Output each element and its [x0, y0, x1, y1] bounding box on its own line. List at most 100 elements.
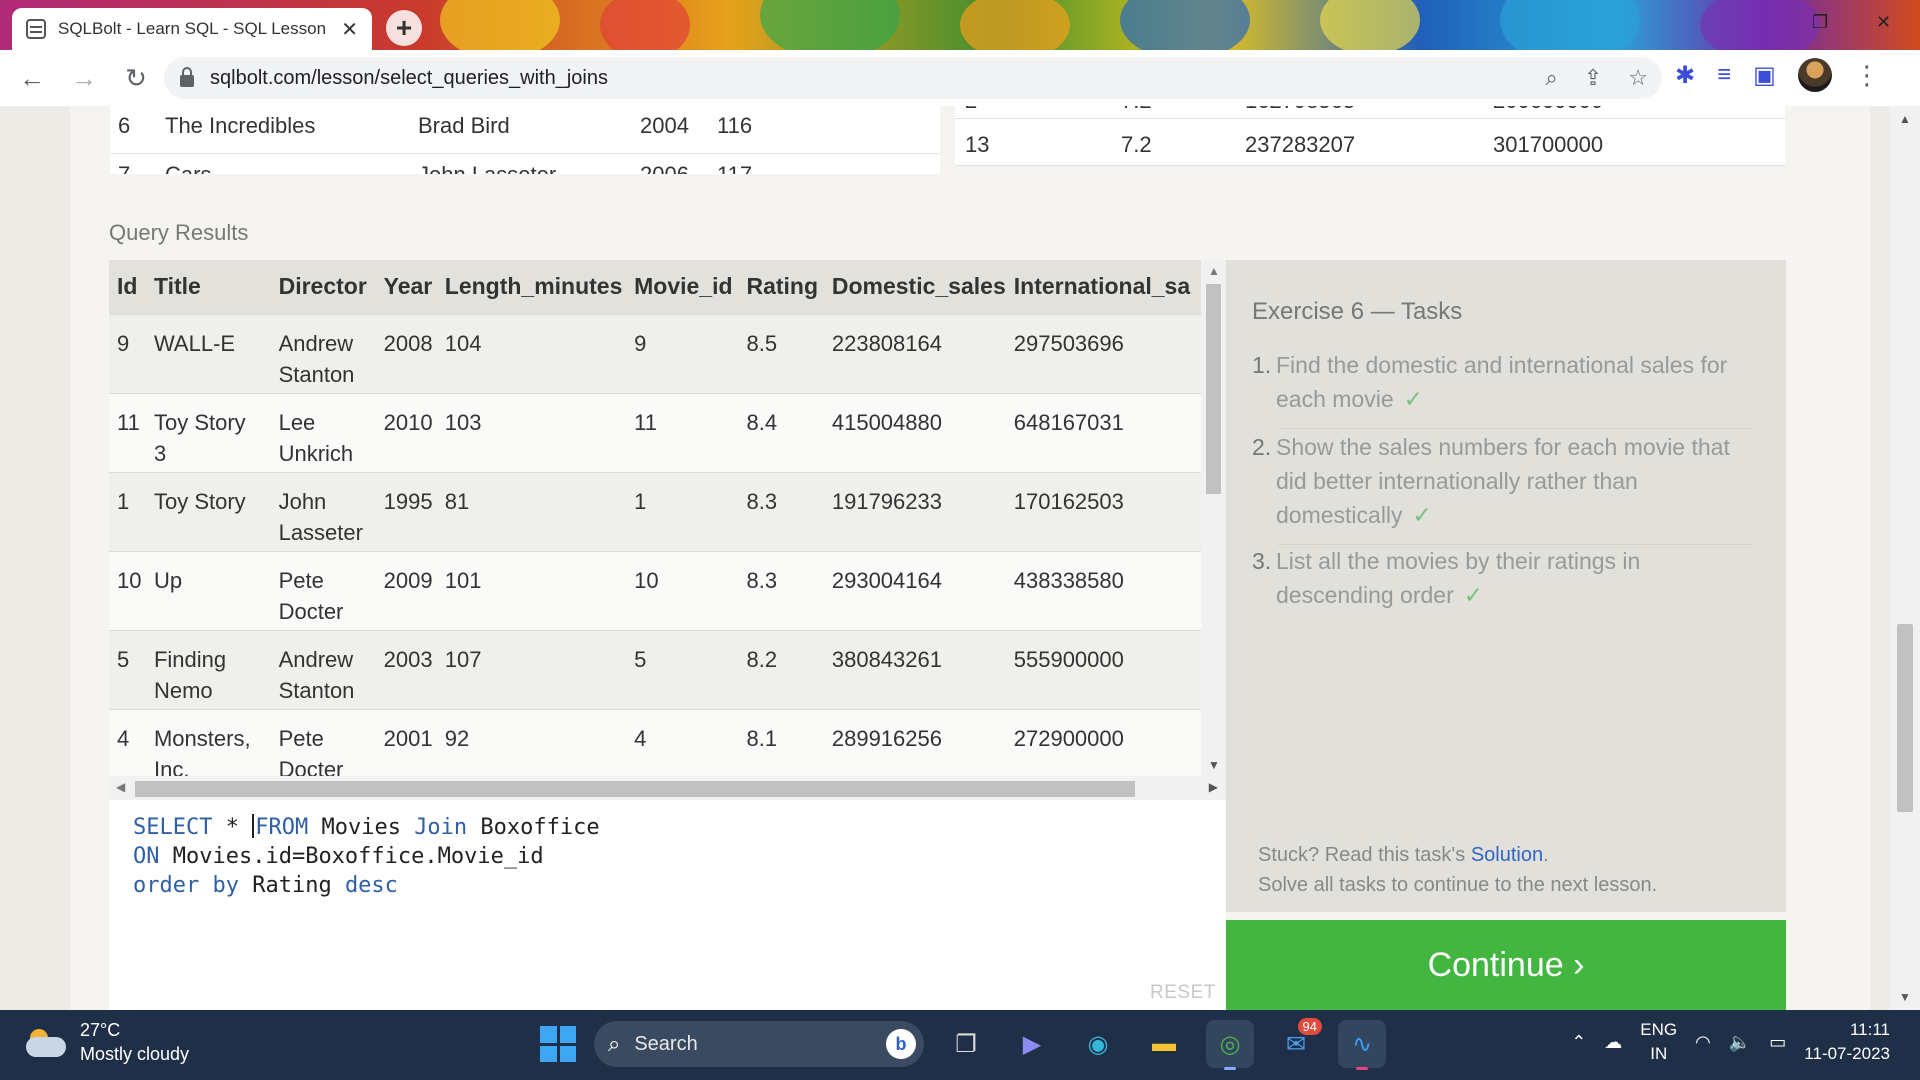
cell-director: Andrew Stanton [270, 629, 376, 709]
cell-length: 92 [436, 708, 627, 776]
results-table: Id Title Director Year Length_minutes Mo… [109, 260, 1201, 776]
cell-id: 6 [118, 113, 131, 138]
cell-id: 11 [109, 392, 146, 472]
scroll-down-icon[interactable]: ▼ [1899, 990, 1911, 1004]
media-icon[interactable]: ≡ [1717, 61, 1731, 89]
scroll-up-icon[interactable]: ▲ [1899, 112, 1911, 126]
cell-director: John Lasseter [270, 471, 376, 551]
weather-widget[interactable]: 27°C Mostly cloudy [26, 1018, 189, 1066]
reload-icon[interactable]: ↻ [116, 58, 156, 98]
cell-movie-id: 1 [626, 471, 739, 551]
search-icon[interactable]: ⌕ [1546, 65, 1558, 91]
table-row: 2 7.2 162798565 200600000 [955, 106, 1785, 118]
new-tab-button[interactable]: + [386, 10, 422, 46]
bing-icon[interactable]: b [886, 1029, 916, 1059]
results-scroll-area[interactable]: Id Title Director Year Length_minutes Mo… [109, 260, 1201, 776]
table-row: 13 7.2 237283207 301700000 [955, 118, 1785, 166]
avatar[interactable] [1797, 58, 1832, 92]
url-text: sqlbolt.com/lesson/select_queries_with_j… [210, 66, 608, 89]
cell-year: 1995 [375, 471, 437, 551]
battery-icon[interactable]: ▭ [1769, 1032, 1786, 1053]
cell-domestic: 289916256 [823, 708, 1006, 776]
solve-all-text: Solve all tasks to continue to the next … [1258, 874, 1658, 896]
wifi-icon[interactable]: ◠ [1695, 1032, 1711, 1053]
teams-icon[interactable]: ▶ [1008, 1020, 1056, 1068]
close-icon[interactable]: ✕ [341, 17, 358, 42]
keyword: ON [133, 844, 160, 869]
cell-domestic: 293004164 [823, 550, 1006, 630]
reset-button[interactable]: RESET [1150, 982, 1216, 1004]
tasks-panel: Exercise 6 — Tasks 1. Find the domestic … [1226, 260, 1786, 912]
cell-id: 9 [109, 313, 146, 393]
tab-title: SQLBolt - Learn SQL - SQL Lesson [58, 19, 327, 38]
lock-icon [180, 67, 194, 87]
restore-icon[interactable]: ❐ [1812, 12, 1828, 33]
back-arrow-icon[interactable]: ← [12, 58, 52, 98]
tasks-title: Exercise 6 — Tasks [1252, 298, 1463, 325]
address-bar[interactable]: sqlbolt.com/lesson/select_queries_with_j… [164, 57, 1662, 99]
column-header: Title [145, 260, 271, 314]
column-header: Year [375, 260, 437, 314]
window-close-icon[interactable]: ✕ [1876, 12, 1891, 33]
edge-icon[interactable]: ◉ [1074, 1020, 1122, 1068]
side-panel-icon[interactable]: ▣ [1753, 61, 1776, 90]
onedrive-cloud-icon[interactable]: ☁ [1604, 1032, 1622, 1053]
language-indicator[interactable]: ENG IN [1640, 1018, 1677, 1066]
taskbar-search[interactable]: ⌕ Search b [594, 1021, 924, 1067]
scroll-thumb[interactable] [1206, 284, 1221, 494]
task-view-icon[interactable]: ❐ [942, 1020, 990, 1068]
text-caret [252, 814, 255, 838]
cell-year: 2001 [375, 708, 437, 776]
table-row: 1 Toy Story John Lasseter 1995 81 1 8.3 … [109, 471, 1201, 551]
column-header: Domestic_sales [823, 260, 1006, 314]
scroll-right-icon[interactable]: ▶ [1209, 780, 1218, 794]
cell-year: 2004 [640, 113, 689, 138]
column-header: Movie_id [626, 260, 739, 314]
code-text: * [212, 815, 253, 840]
database-icon [26, 19, 46, 39]
file-explorer-icon[interactable]: ▬ [1140, 1020, 1188, 1068]
cell-international: 438338580 [1005, 550, 1201, 630]
audio-app-icon[interactable]: ∿ [1338, 1020, 1386, 1070]
cell-title: Toy Story 3 [145, 392, 271, 472]
star-icon[interactable]: ☆ [1628, 65, 1648, 91]
menu-icon[interactable]: ⋮ [1854, 60, 1880, 91]
table-row: 11 Toy Story 3 Lee Unkrich 2010 103 11 8… [109, 392, 1201, 472]
volume-icon[interactable]: 🔈 [1729, 1032, 1751, 1053]
tab-sqlbolt[interactable]: SQLBolt - Learn SQL - SQL Lesson ✕ [12, 8, 372, 50]
mail-icon[interactable]: ✉ 94 [1272, 1018, 1322, 1068]
solution-link[interactable]: Solution [1471, 844, 1543, 866]
start-button[interactable] [540, 1026, 576, 1062]
cell-rating: 8.4 [738, 392, 824, 472]
results-vertical-scrollbar[interactable]: ▲ ▼ [1201, 260, 1226, 776]
chrome-icon[interactable]: ◎ [1206, 1020, 1254, 1070]
cell-director: John Lasseter [418, 162, 556, 174]
task-item: 1. Find the domestic and international s… [1252, 348, 1752, 416]
cell-rating: 7.2 [1121, 106, 1152, 114]
scroll-thumb[interactable] [1897, 624, 1913, 812]
cell-year: 2009 [375, 550, 437, 630]
cell-id: 4 [109, 708, 146, 776]
scroll-up-icon[interactable]: ▲ [1208, 264, 1220, 278]
scroll-left-icon[interactable]: ◀ [116, 780, 125, 794]
extensions-icon[interactable]: ✱ [1675, 61, 1695, 90]
continue-button[interactable]: Continue › [1226, 920, 1786, 1010]
scroll-down-icon[interactable]: ▼ [1208, 758, 1220, 772]
chevron-up-icon[interactable]: ⌃ [1571, 1032, 1586, 1053]
table-row: 10 Up Pete Docter 2009 101 10 8.3 293004… [109, 550, 1201, 630]
cell-director: Pete Docter [270, 550, 376, 630]
clock[interactable]: 11:11 11-07-2023 [1804, 1018, 1890, 1066]
results-horizontal-scrollbar[interactable]: ◀ ▶ [109, 776, 1226, 800]
page-vertical-scrollbar[interactable]: ▲ ▼ [1890, 106, 1920, 1010]
scroll-thumb[interactable] [135, 781, 1135, 797]
column-header: Rating [738, 260, 824, 314]
cell-length: 107 [436, 629, 627, 709]
task-item: 3. List all the movies by their ratings … [1252, 544, 1752, 612]
cell-length: 116 [717, 113, 753, 138]
cell-international: 555900000 [1005, 629, 1201, 709]
sql-editor[interactable]: SELECT * FROM Movies Join Boxoffice ON M… [109, 800, 1226, 1010]
share-icon[interactable]: ⇪ [1584, 65, 1602, 91]
task-number: 1. [1252, 352, 1272, 378]
cell-id: 1 [109, 471, 146, 551]
forward-arrow-icon[interactable]: → [64, 58, 104, 98]
